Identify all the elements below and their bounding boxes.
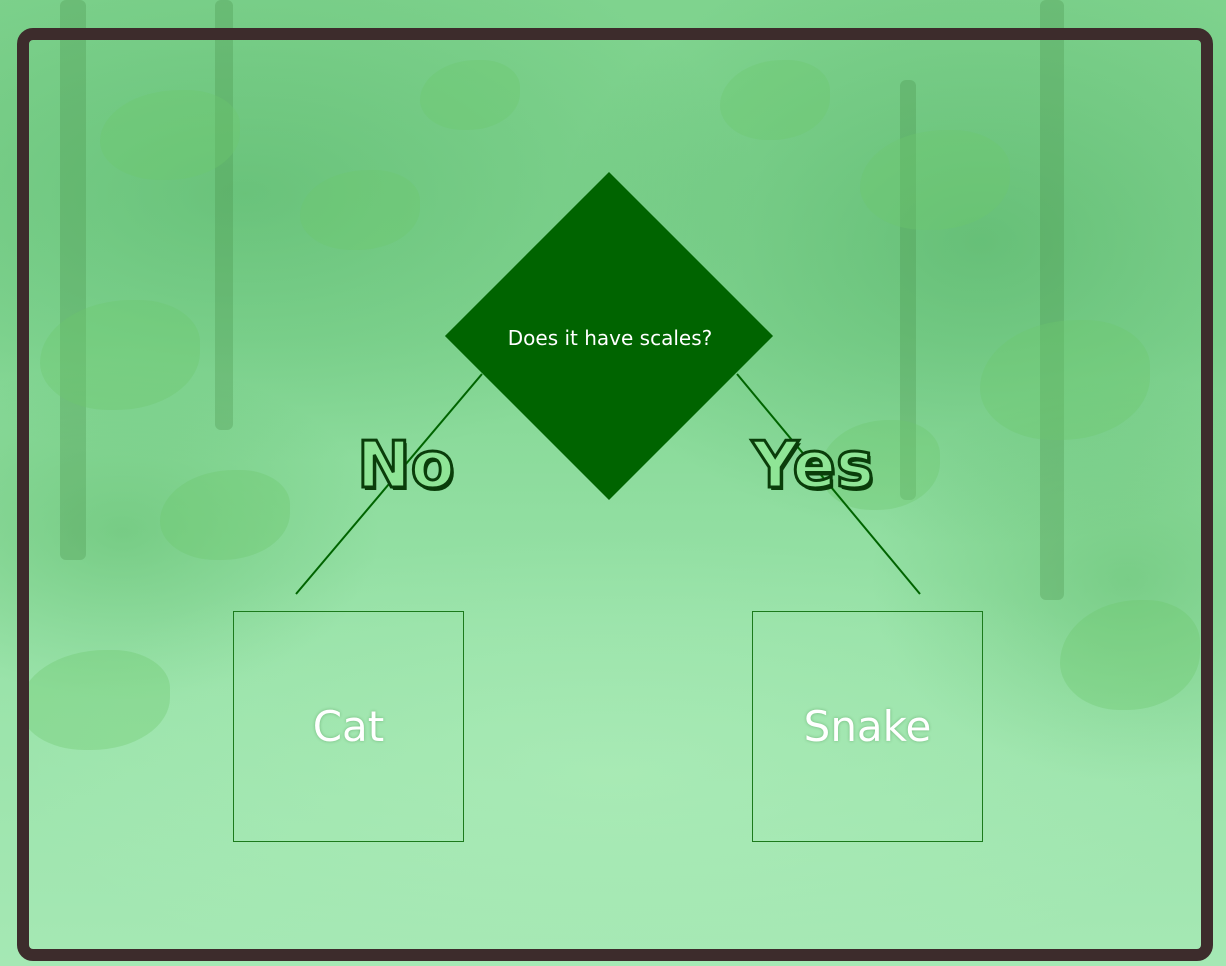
yes-branch-label: Yes (751, 429, 876, 503)
yes-answer-text: Snake (803, 702, 932, 751)
no-answer-text: Cat (312, 702, 385, 751)
yes-answer-box[interactable]: Snake (752, 611, 983, 842)
no-branch-label: No (356, 429, 457, 503)
no-answer-box[interactable]: Cat (233, 611, 464, 842)
decision-question: Does it have scales? (507, 326, 713, 350)
